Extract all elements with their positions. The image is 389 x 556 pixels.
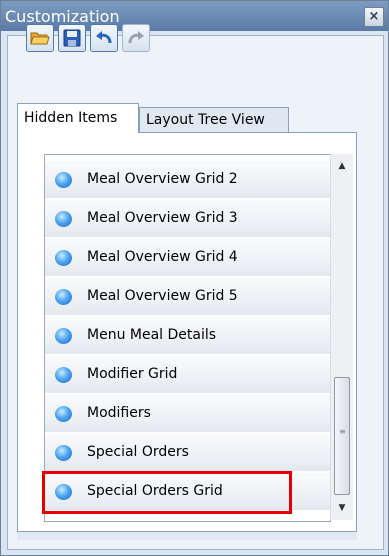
save-button[interactable] <box>58 24 86 52</box>
list-item-label: Meal Overview Grid 3 <box>87 210 238 226</box>
list-item[interactable]: Meal Overview Grid 2 <box>45 161 330 199</box>
list-item[interactable]: Modifiers <box>45 395 330 433</box>
grip-icon: ≡ <box>339 427 346 436</box>
tab-hidden-items-label: Hidden Items <box>24 110 118 126</box>
list-item-label: Menu Meal Details <box>87 327 217 343</box>
open-button[interactable] <box>26 24 54 52</box>
list-item-special-orders-grid[interactable]: Special Orders Grid <box>45 473 330 511</box>
redo-button[interactable] <box>122 24 150 52</box>
list-item-label: Special Orders <box>87 444 189 460</box>
blue-bubble-icon <box>55 328 72 344</box>
list-item[interactable]: Meal Overview Grid 3 <box>45 200 330 238</box>
list-item[interactable]: Menu Meal Details <box>45 317 330 355</box>
tab-layout-tree-view-label: Layout Tree View <box>146 112 265 128</box>
undo-icon <box>96 31 112 44</box>
blue-bubble-icon <box>55 445 72 461</box>
vertical-scrollbar[interactable]: ▲ ≡ ▼ <box>330 154 353 520</box>
blue-bubble-icon <box>55 211 72 227</box>
close-button[interactable]: × <box>364 7 384 27</box>
save-icon <box>63 29 81 47</box>
bottom-strip <box>17 532 357 540</box>
hidden-items-list: Meal Overview Grid 2 Meal Overview Grid … <box>44 154 331 522</box>
scroll-down-arrow-icon[interactable]: ▼ <box>331 498 353 518</box>
open-folder-icon <box>30 32 50 45</box>
scroll-up-arrow-icon[interactable]: ▲ <box>331 156 353 176</box>
list-item-label: Modifiers <box>87 405 151 421</box>
blue-bubble-icon <box>55 289 72 305</box>
redo-icon <box>128 31 144 44</box>
list-item[interactable]: Meal Overview Grid 5 <box>45 278 330 316</box>
list-item-label: Modifier Grid <box>87 366 178 382</box>
list-item-label: Meal Overview Grid 2 <box>87 171 238 187</box>
tab-layout-tree-view[interactable]: Layout Tree View <box>139 107 289 133</box>
blue-bubble-icon <box>55 406 72 422</box>
blue-bubble-icon <box>55 172 72 188</box>
undo-button[interactable] <box>90 24 118 52</box>
list-item-label: Special Orders Grid <box>87 483 223 499</box>
tab-hidden-items[interactable]: Hidden Items <box>17 103 139 133</box>
blue-bubble-icon <box>55 367 72 383</box>
customization-window: Customization × Hidden Items Layout Tree… <box>0 0 389 556</box>
list-item[interactable]: Modifier Grid <box>45 356 330 394</box>
scroll-thumb[interactable]: ≡ <box>334 377 350 495</box>
list-item[interactable]: Special Orders <box>45 434 330 472</box>
list-item-label: Meal Overview Grid 5 <box>87 288 238 304</box>
list-item-label: Meal Overview Grid 4 <box>87 249 238 265</box>
blue-bubble-icon <box>55 250 72 266</box>
blue-bubble-icon <box>55 484 72 500</box>
list-item[interactable]: Meal Overview Grid 4 <box>45 239 330 277</box>
